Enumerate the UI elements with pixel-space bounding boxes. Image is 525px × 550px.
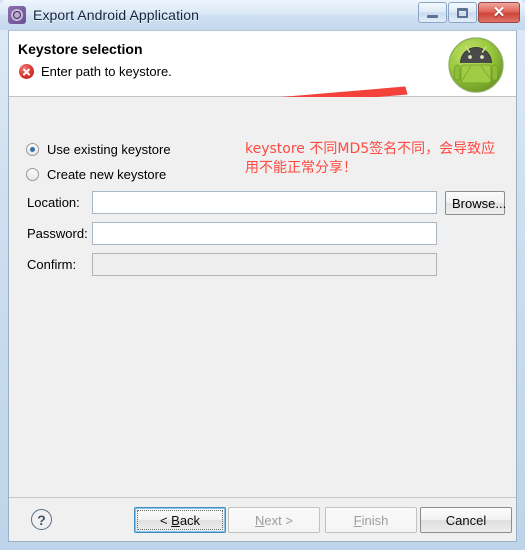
wizard-body: Use existing keystore Create new keystor… xyxy=(9,98,516,519)
confirm-input xyxy=(92,253,437,276)
error-icon xyxy=(19,64,34,79)
location-input[interactable] xyxy=(92,191,437,214)
eclipse-export-icon xyxy=(8,6,26,24)
status-message-row: Enter path to keystore. xyxy=(19,64,172,79)
cancel-button[interactable]: Cancel xyxy=(420,507,512,533)
finish-button-label: Finish xyxy=(353,512,389,528)
password-input[interactable] xyxy=(92,222,437,245)
focus-ring xyxy=(137,510,223,530)
next-button-label: Next > xyxy=(255,512,293,528)
radio-use-existing-keystore[interactable]: Use existing keystore xyxy=(26,142,171,157)
next-button: Next > xyxy=(228,507,320,533)
annotation-line-1: keystore 不同MD5签名不同，会导致应 xyxy=(245,141,496,157)
field-row-location: Location: Browse... xyxy=(9,191,516,215)
window-title: Export Android Application xyxy=(33,7,200,23)
close-icon: ✕ xyxy=(492,4,506,21)
close-button[interactable]: ✕ xyxy=(478,2,520,23)
radio-new-indicator[interactable] xyxy=(26,168,39,181)
help-icon[interactable]: ? xyxy=(31,509,52,530)
window-controls: ✕ xyxy=(418,2,520,23)
cancel-button-label: Cancel xyxy=(445,512,487,528)
dialog-client-area: Keystore selection Enter path to keystor… xyxy=(8,30,517,542)
annotation-text: keystore 不同MD5签名不同，会导致应 用不能正常分享！ xyxy=(245,140,516,178)
wizard-header: Keystore selection Enter path to keystor… xyxy=(9,31,516,97)
radio-new-label: Create new keystore xyxy=(47,167,167,182)
minimize-icon xyxy=(427,14,438,18)
dialog-window: Export Android Application ✕ Keystore se… xyxy=(0,0,525,550)
annotation-line-2: 用不能正常分享！ xyxy=(245,160,357,176)
maximize-button[interactable] xyxy=(448,2,477,23)
radio-create-new-keystore[interactable]: Create new keystore xyxy=(26,167,166,182)
browse-button[interactable]: Browse... xyxy=(445,191,506,215)
field-row-password: Password: xyxy=(9,222,516,246)
password-label: Password: xyxy=(27,226,88,241)
page-title: Keystore selection xyxy=(18,41,143,57)
title-bar[interactable]: Export Android Application ✕ xyxy=(0,0,525,30)
radio-existing-indicator[interactable] xyxy=(26,143,39,156)
android-robot-logo xyxy=(448,37,504,93)
finish-button: Finish xyxy=(325,507,417,533)
location-label: Location: xyxy=(27,195,80,210)
back-button[interactable]: < Back xyxy=(134,507,226,533)
confirm-label: Confirm: xyxy=(27,257,77,272)
dialog-footer: ? < Back Next > Finish Cancel xyxy=(9,497,516,541)
radio-existing-label: Use existing keystore xyxy=(47,142,171,157)
restore-icon xyxy=(457,7,468,18)
minimize-button[interactable] xyxy=(418,2,447,23)
field-row-confirm: Confirm: xyxy=(9,253,516,277)
status-message: Enter path to keystore. xyxy=(41,64,172,79)
